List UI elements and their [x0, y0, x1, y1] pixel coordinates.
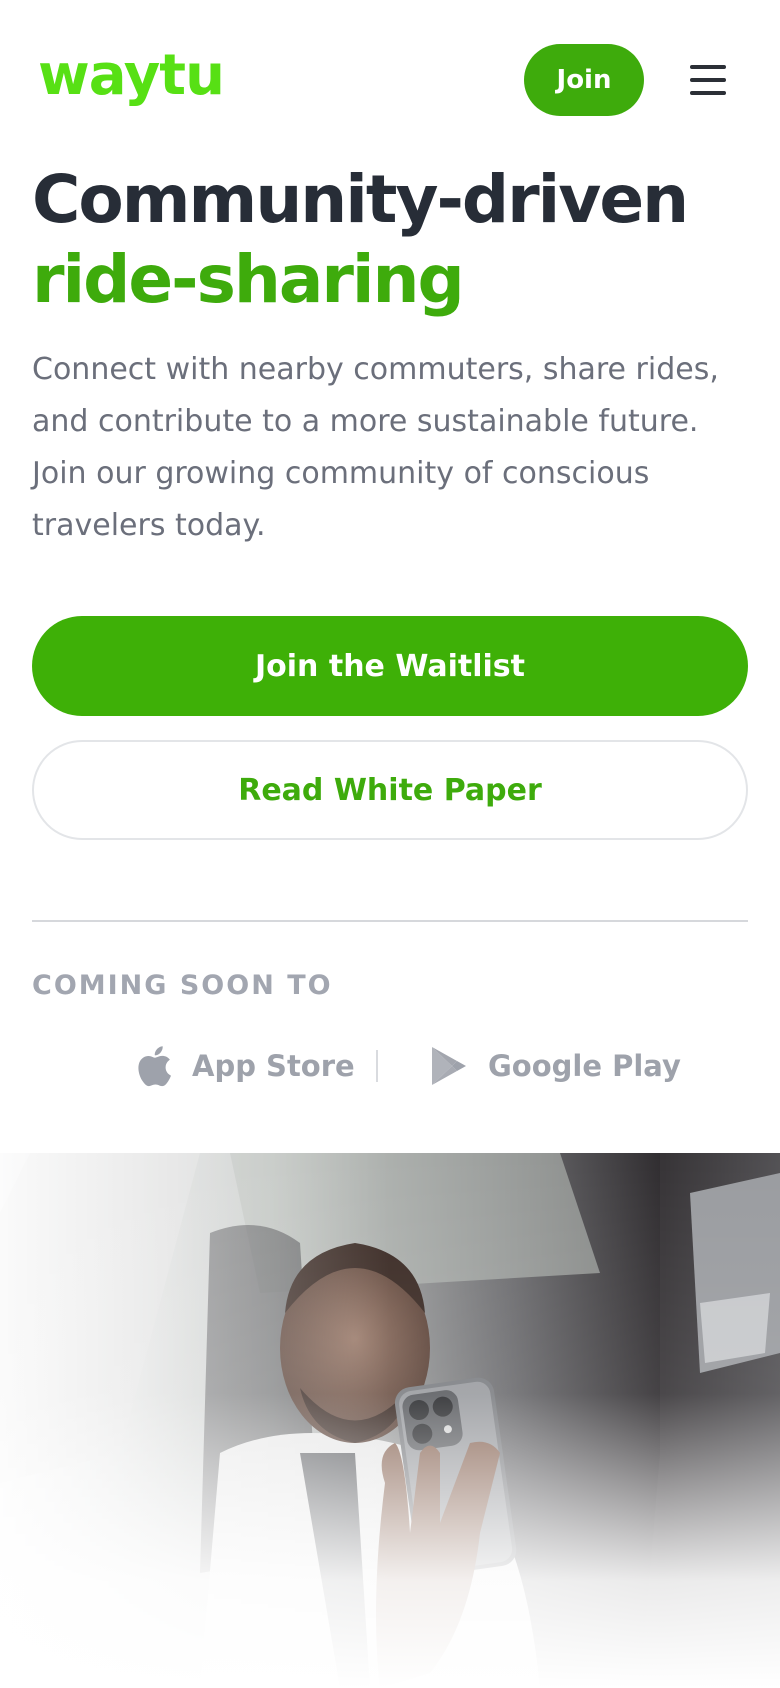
store-separator — [376, 1050, 378, 1082]
apple-icon — [138, 1046, 171, 1087]
google-play-link[interactable]: Google Play — [430, 1036, 681, 1096]
hero-title-line1: Community-driven — [32, 161, 689, 238]
divider — [32, 920, 748, 922]
join-button[interactable]: Join — [524, 44, 644, 116]
site-header: waytu Join — [0, 0, 780, 160]
app-store-label: App Store — [192, 1049, 355, 1083]
hero-title-line2: ride-sharing — [32, 241, 465, 318]
join-waitlist-button[interactable]: Join the Waitlist — [32, 616, 748, 716]
logo-waytu[interactable]: waytu — [38, 48, 284, 110]
hero-description: Connect with nearby commuters, share rid… — [32, 352, 719, 543]
hero-title: Community-driven ride-sharing — [32, 160, 752, 320]
google-play-icon — [432, 1047, 466, 1085]
svg-text:waytu: waytu — [38, 48, 224, 108]
man-holding-phone-in-car-image — [0, 1153, 780, 1688]
google-play-label: Google Play — [488, 1049, 681, 1083]
store-links: App Store Google Play — [0, 1036, 780, 1096]
app-store-link[interactable]: App Store — [136, 1036, 355, 1096]
hero-photo — [0, 1153, 780, 1688]
read-white-paper-button[interactable]: Read White Paper — [32, 740, 748, 840]
hamburger-menu-icon[interactable] — [684, 56, 732, 104]
coming-soon-heading: COMING SOON TO — [32, 970, 333, 1001]
